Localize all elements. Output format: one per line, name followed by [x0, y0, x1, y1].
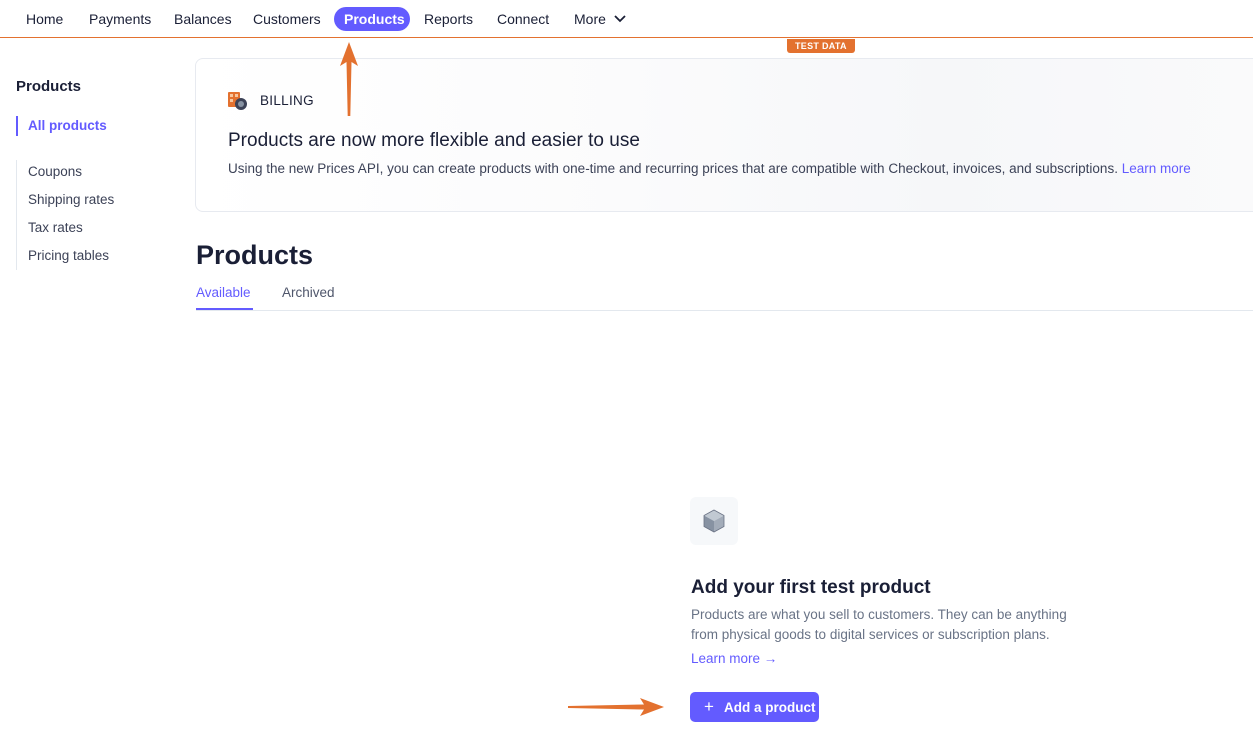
sidebar-divider	[16, 160, 17, 270]
nav-customers[interactable]: Customers	[243, 7, 331, 31]
banner-title: Products are now more flexible and easie…	[228, 130, 640, 151]
box-icon	[703, 509, 725, 533]
sidebar-active-indicator	[16, 116, 18, 136]
tab-available[interactable]: Available	[196, 285, 251, 300]
billing-icon	[228, 92, 247, 110]
sidebar-item-all-products[interactable]: All products	[28, 118, 107, 133]
nav-products[interactable]: Products	[334, 7, 410, 31]
add-product-button[interactable]: + Add a product	[690, 692, 819, 722]
nav-connect[interactable]: Connect	[487, 7, 559, 31]
add-product-label: Add a product	[724, 700, 816, 715]
plus-icon: +	[704, 697, 714, 716]
nav-more[interactable]: More	[564, 7, 636, 31]
nav-payments[interactable]: Payments	[79, 7, 161, 31]
banner-description: Using the new Prices API, you can create…	[228, 161, 1191, 176]
banner-description-text: Using the new Prices API, you can create…	[228, 161, 1118, 176]
banner-label: BILLING	[260, 93, 314, 108]
page-title: Products	[196, 240, 314, 270]
empty-state-title: Add your first test product	[691, 577, 931, 598]
nav-balances[interactable]: Balances	[164, 7, 242, 31]
annotation-arrow-right-icon	[568, 698, 664, 716]
chevron-down-icon	[614, 15, 626, 23]
empty-state-icon	[690, 497, 738, 545]
empty-state-learn-more-link[interactable]: Learn more →	[691, 651, 777, 666]
tab-archived[interactable]: Archived	[282, 285, 335, 300]
nav-home[interactable]: Home	[16, 7, 73, 31]
test-data-badge: TEST DATA	[787, 39, 855, 53]
empty-state-description: Products are what you sell to customers.…	[691, 607, 1067, 642]
nav-reports[interactable]: Reports	[414, 7, 483, 31]
sidebar-item-pricing-tables[interactable]: Pricing tables	[28, 248, 109, 263]
sidebar-item-tax-rates[interactable]: Tax rates	[28, 220, 83, 235]
nav-more-label: More	[574, 11, 606, 27]
top-navigation: Home Payments Balances Customers Product…	[0, 0, 1253, 38]
banner-learn-more-link[interactable]: Learn more	[1122, 161, 1191, 176]
tab-active-underline	[196, 308, 253, 310]
sidebar-item-coupons[interactable]: Coupons	[28, 164, 82, 179]
sidebar-item-shipping-rates[interactable]: Shipping rates	[28, 192, 114, 207]
annotation-arrow-up-icon	[340, 42, 358, 116]
sidebar-title: Products	[16, 78, 82, 95]
tabs-divider	[196, 310, 1253, 311]
